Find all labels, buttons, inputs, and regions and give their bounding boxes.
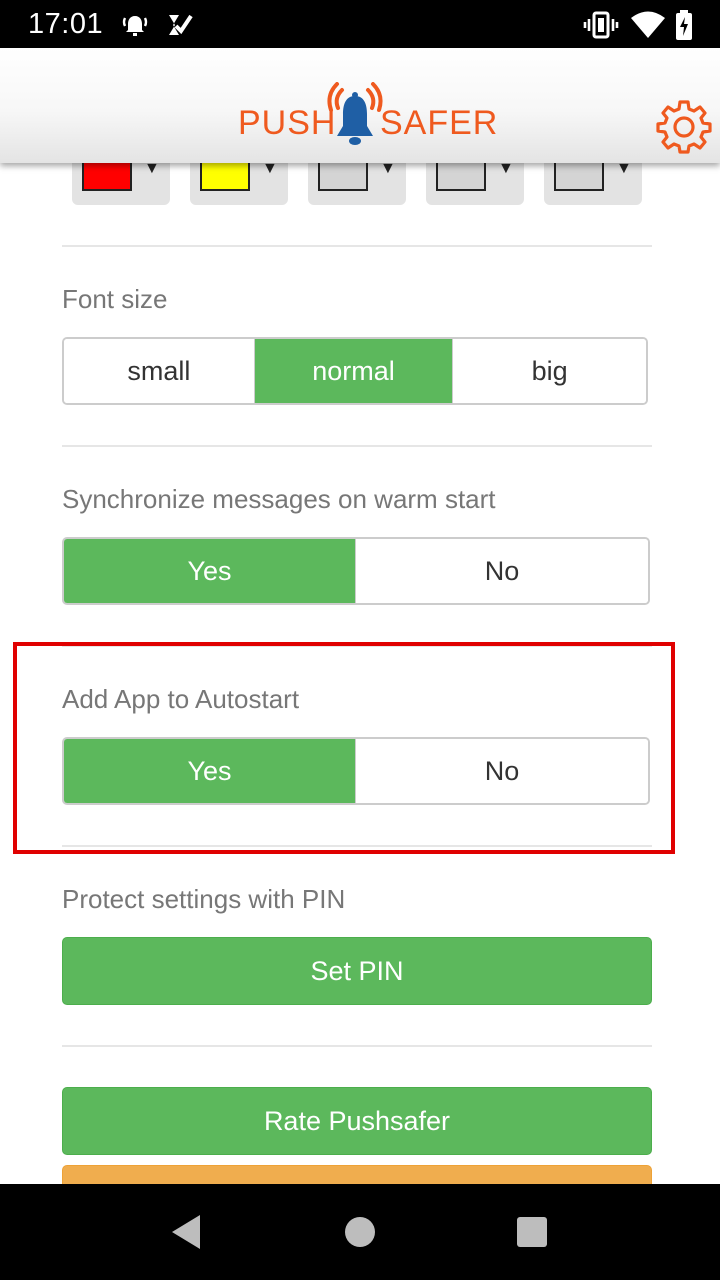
- back-icon[interactable]: [170, 1213, 204, 1251]
- color-picker-1[interactable]: ▼: [72, 163, 170, 205]
- settings-content[interactable]: ▼ ▼ ▼ ▼ ▼ Font size small normal big Syn…: [0, 163, 720, 1184]
- sync-label: Synchronize messages on warm start: [62, 484, 496, 514]
- battery-charging-icon: [676, 10, 692, 40]
- autostart-no-button[interactable]: No: [356, 739, 648, 803]
- font-size-small-button[interactable]: small: [64, 339, 255, 403]
- font-size-normal-button[interactable]: normal: [254, 339, 454, 403]
- divider: [62, 845, 652, 847]
- dropdown-caret-icon: ▼: [380, 163, 396, 177]
- color-picker-4[interactable]: ▼: [426, 163, 524, 205]
- vibrate-icon: [583, 11, 619, 39]
- dropdown-caret-icon: ▼: [144, 163, 160, 177]
- autostart-yes-button[interactable]: Yes: [64, 739, 356, 803]
- status-time: 17:01: [28, 8, 104, 40]
- color-swatch: [318, 163, 368, 191]
- color-swatch: [436, 163, 486, 191]
- autostart-toggle: Yes No: [62, 737, 650, 805]
- logo-text-safer: SAFER: [380, 104, 499, 142]
- dropdown-caret-icon: ▼: [262, 163, 278, 177]
- wifi-icon: [631, 11, 665, 38]
- color-swatch: [554, 163, 604, 191]
- font-size-big-button[interactable]: big: [453, 339, 646, 403]
- font-size-selector: small normal big: [62, 337, 648, 405]
- set-pin-button[interactable]: Set PIN: [62, 937, 652, 1005]
- pin-label: Protect settings with PIN: [62, 884, 346, 914]
- app-header: PUSH SAFER: [0, 48, 720, 163]
- pushsafer-logo: PUSH SAFER: [238, 82, 497, 148]
- autostart-label: Add App to Autostart: [62, 684, 300, 714]
- divider: [62, 245, 652, 247]
- rate-pushsafer-button[interactable]: Rate Pushsafer: [62, 1087, 652, 1155]
- recents-icon[interactable]: [517, 1217, 547, 1247]
- divider: [62, 445, 652, 447]
- divider: [62, 645, 652, 647]
- color-swatch: [82, 163, 132, 191]
- sync-no-button[interactable]: No: [356, 539, 648, 603]
- bell-icon: [327, 82, 383, 145]
- sync-toggle: Yes No: [62, 537, 650, 605]
- dropdown-caret-icon: ▼: [616, 163, 632, 177]
- home-icon[interactable]: [345, 1217, 375, 1247]
- divider: [62, 1045, 652, 1047]
- color-picker-5[interactable]: ▼: [544, 163, 642, 205]
- status-bar: 17:01: [0, 0, 720, 48]
- gear-icon[interactable]: [656, 98, 712, 154]
- font-size-label: Font size: [62, 284, 168, 314]
- system-nav-bar: [0, 1184, 720, 1280]
- check-notification-icon: [169, 14, 193, 35]
- dropdown-caret-icon: ▼: [498, 163, 514, 177]
- orange-button[interactable]: [62, 1165, 652, 1184]
- color-swatch: [200, 163, 250, 191]
- color-picker-2[interactable]: ▼: [190, 163, 288, 205]
- logo-text-push: PUSH: [238, 104, 337, 142]
- sync-yes-button[interactable]: Yes: [64, 539, 356, 603]
- color-picker-3[interactable]: ▼: [308, 163, 406, 205]
- alarm-icon: [122, 16, 148, 36]
